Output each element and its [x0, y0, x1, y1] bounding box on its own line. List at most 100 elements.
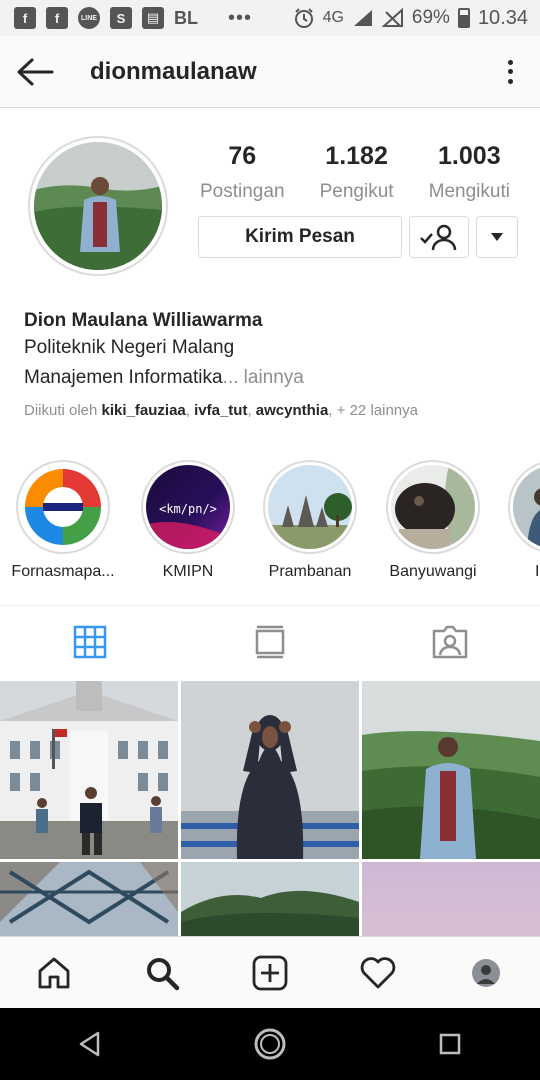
- kmipn-logo-text: <km/pn/>: [159, 502, 217, 516]
- highlight-banyuwangi[interactable]: Banyuwangi: [378, 460, 488, 581]
- profile-avatar: [472, 958, 500, 987]
- highlight-cover: [513, 465, 540, 549]
- highlight-cover: [268, 465, 352, 549]
- bio-more-link[interactable]: ... lainnya: [223, 367, 304, 388]
- more-notifications-indicator: •••: [228, 6, 253, 29]
- feed-icon: [255, 625, 285, 658]
- battery-icon: [457, 8, 470, 28]
- tab-tagged[interactable]: [360, 606, 540, 677]
- post-grid: [0, 681, 540, 936]
- profile-full-name: Dion Maulana Williawarma: [24, 310, 263, 331]
- caret-down-icon: [491, 233, 503, 241]
- highlight-cover: [391, 465, 475, 549]
- bio-line: Manajemen Informatika... lainnya: [24, 364, 524, 392]
- highlight-label: KMIPN: [162, 563, 214, 580]
- line-icon: LINE: [78, 7, 100, 29]
- followed-by[interactable]: Diikuti oleh kiki_fauziaa, ivfa_tut, awc…: [24, 402, 524, 419]
- bio-line: Politeknik Negeri Malang: [24, 337, 235, 358]
- vertical-dots-icon[interactable]: [500, 57, 520, 87]
- story-highlights: Fornasmapa... <km/pn/> KMIPN Prambanan B…: [0, 460, 540, 590]
- home-icon: [38, 957, 70, 988]
- stat-following[interactable]: 1.003 Mengikuti: [429, 142, 510, 203]
- highlight-fornasmapa[interactable]: Fornasmapa...: [8, 460, 118, 581]
- add-post-icon: [252, 955, 288, 990]
- status-bar: f f LINE S ▤ BL ••• 4G 69% 10.34: [0, 0, 540, 36]
- system-back-button[interactable]: [60, 1014, 120, 1074]
- highlight-cover: [21, 465, 105, 549]
- profile-tabs: [0, 605, 540, 677]
- recents-square-icon: [439, 1033, 461, 1055]
- tab-feed[interactable]: [180, 606, 360, 677]
- signal-no-data-icon: [381, 8, 403, 27]
- tab-grid[interactable]: [0, 606, 180, 677]
- nav-home[interactable]: [0, 937, 108, 1008]
- followers-count: 1.182: [325, 142, 388, 170]
- send-message-button[interactable]: Kirim Pesan: [198, 216, 402, 258]
- posts-count: 76: [228, 142, 257, 170]
- tagged-icon: [432, 625, 468, 658]
- back-triangle-icon: [79, 1031, 100, 1057]
- post-thumbnail[interactable]: [181, 862, 359, 936]
- system-navigation: [0, 1008, 540, 1080]
- following-label: Mengikuti: [428, 181, 510, 202]
- nav-search[interactable]: [108, 937, 216, 1008]
- clock: 10.34: [477, 6, 528, 29]
- post-thumbnail[interactable]: [0, 681, 178, 859]
- followed-separator: ,: [185, 402, 195, 419]
- highlight-label: Banyuwangi: [389, 563, 477, 580]
- arrow-left-icon[interactable]: [16, 57, 54, 87]
- followed-suffix: , + 22 lainnya: [328, 402, 418, 419]
- highlight-kmipn[interactable]: <km/pn/> KMIPN: [133, 460, 243, 581]
- nav-activity[interactable]: [324, 937, 432, 1008]
- grid-icon: [73, 625, 107, 658]
- system-home-button[interactable]: [240, 1014, 300, 1074]
- post-thumbnail[interactable]: [181, 681, 359, 859]
- follower-username[interactable]: awcynthia: [256, 402, 329, 419]
- following-count: 1.003: [438, 142, 501, 170]
- facebook-icon: f: [46, 7, 68, 29]
- network-type: 4G: [322, 9, 344, 26]
- profile-header: dionmaulanaw: [0, 36, 540, 108]
- followers-label: Pengikut: [319, 181, 394, 202]
- profile-avatar[interactable]: [28, 136, 168, 276]
- home-circle-icon: [254, 1028, 286, 1060]
- highlight-ied[interactable]: Ied M: [500, 460, 540, 581]
- profile-actions: Kirim Pesan: [198, 216, 518, 258]
- follower-username[interactable]: ivfa_tut: [194, 402, 247, 419]
- store-icon: ▤: [142, 7, 164, 29]
- highlight-prambanan[interactable]: Prambanan: [255, 460, 365, 581]
- post-thumbnail[interactable]: [362, 862, 540, 936]
- stat-followers[interactable]: 1.182 Pengikut: [320, 142, 394, 203]
- highlight-label: Ied M: [534, 563, 540, 580]
- profile-photo: [34, 142, 162, 270]
- highlight-label: Prambanan: [268, 563, 352, 580]
- profile-stats: 76 Postingan 1.182 Pengikut 1.003 Mengik…: [200, 142, 510, 203]
- person-check-icon: [420, 224, 457, 251]
- highlight-label: Fornasmapa...: [11, 563, 115, 580]
- following-button[interactable]: [409, 216, 469, 258]
- nav-add-post[interactable]: [216, 937, 324, 1008]
- carrier-label: BL: [174, 7, 198, 28]
- highlight-cover: <km/pn/>: [146, 465, 230, 549]
- shopee-icon: S: [110, 7, 132, 29]
- signal-icon: [353, 10, 372, 26]
- post-thumbnail[interactable]: [362, 681, 540, 859]
- nav-profile[interactable]: [432, 937, 540, 1008]
- followed-separator: ,: [247, 402, 256, 419]
- battery-percent: 69%: [411, 7, 450, 28]
- post-thumbnail[interactable]: [0, 862, 178, 936]
- profile-bio: Dion Maulana Williawarma Politeknik Nege…: [24, 310, 524, 419]
- suggestions-dropdown-button[interactable]: [476, 216, 518, 258]
- heart-icon: [360, 956, 396, 988]
- system-recents-button[interactable]: [420, 1014, 480, 1074]
- stat-posts[interactable]: 76 Postingan: [200, 142, 285, 203]
- bottom-navigation: [0, 936, 540, 1008]
- profile-username: dionmaulanaw: [90, 57, 257, 85]
- followed-prefix: Diikuti oleh: [24, 402, 102, 419]
- follower-username[interactable]: kiki_fauziaa: [102, 402, 186, 419]
- posts-label: Postingan: [200, 181, 285, 202]
- search-icon: [147, 957, 180, 990]
- facebook-icon: f: [14, 7, 36, 29]
- alarm-icon: [294, 8, 313, 28]
- bio-text: Manajemen Informatika: [24, 367, 223, 388]
